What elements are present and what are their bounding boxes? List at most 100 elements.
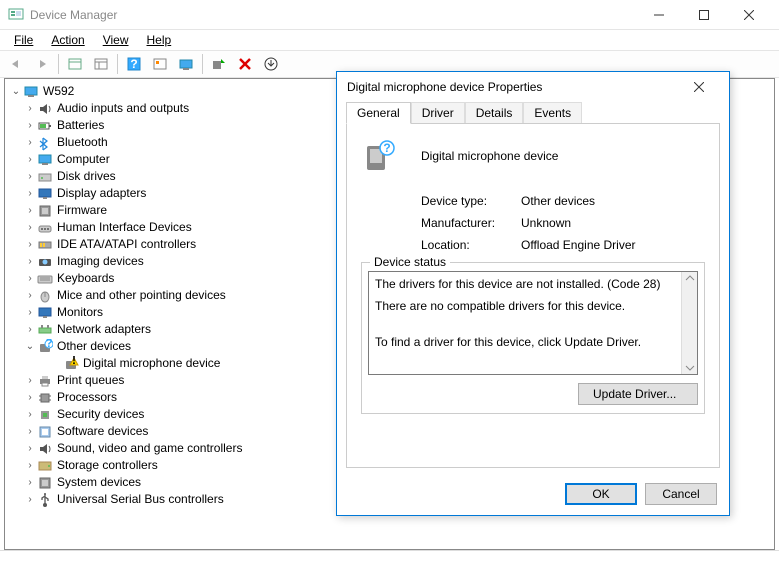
expand-icon[interactable]: › bbox=[23, 185, 37, 202]
mouse-icon bbox=[37, 288, 53, 304]
print-icon bbox=[37, 373, 53, 389]
minimize-button[interactable] bbox=[636, 0, 681, 30]
close-button[interactable] bbox=[726, 0, 771, 30]
tree-node-label: Firmware bbox=[57, 202, 107, 219]
display-icon bbox=[37, 186, 53, 202]
update-driver-button[interactable]: Update Driver... bbox=[578, 383, 698, 405]
expand-icon[interactable]: › bbox=[23, 100, 37, 117]
forward-button[interactable] bbox=[30, 53, 54, 75]
firmware-icon bbox=[37, 203, 53, 219]
expand-icon[interactable]: › bbox=[23, 151, 37, 168]
toolbar-button-4[interactable] bbox=[174, 53, 198, 75]
tree-node-label: Print queues bbox=[57, 372, 124, 389]
help-button[interactable]: ? bbox=[122, 53, 146, 75]
tab-events[interactable]: Events bbox=[523, 102, 582, 123]
tab-details[interactable]: Details bbox=[465, 102, 524, 123]
properties-dialog: Digital microphone device Properties Gen… bbox=[336, 71, 730, 516]
expand-icon[interactable]: › bbox=[23, 287, 37, 304]
expand-icon[interactable]: ⌄ bbox=[9, 83, 23, 100]
expand-icon[interactable]: › bbox=[23, 372, 37, 389]
device-status-textbox[interactable]: The drivers for this device are not inst… bbox=[368, 271, 698, 375]
menu-help[interactable]: Help bbox=[139, 31, 180, 49]
tab-driver[interactable]: Driver bbox=[411, 102, 465, 123]
ok-button[interactable]: OK bbox=[565, 483, 637, 505]
toolbar-button-2[interactable] bbox=[89, 53, 113, 75]
keyboard-icon bbox=[37, 271, 53, 287]
device-name-label: Digital microphone device bbox=[421, 149, 558, 163]
svg-text:?: ? bbox=[130, 57, 137, 71]
expand-icon[interactable]: › bbox=[23, 457, 37, 474]
tree-node-label: Computer bbox=[57, 151, 110, 168]
tree-node-label: Storage controllers bbox=[57, 457, 158, 474]
tree-node-label: Universal Serial Bus controllers bbox=[57, 491, 224, 508]
back-button[interactable] bbox=[4, 53, 28, 75]
cpu-icon bbox=[37, 390, 53, 406]
expand-icon[interactable]: › bbox=[23, 321, 37, 338]
device-status-legend: Device status bbox=[370, 255, 450, 269]
tree-child-label: Digital microphone device bbox=[83, 355, 220, 372]
usb-icon bbox=[37, 492, 53, 508]
security-icon bbox=[37, 407, 53, 423]
audio-icon bbox=[37, 101, 53, 117]
device-type-value: Other devices bbox=[521, 194, 595, 208]
expand-icon[interactable]: › bbox=[23, 202, 37, 219]
disk-icon bbox=[37, 169, 53, 185]
monitor-icon bbox=[37, 305, 53, 321]
ide-icon bbox=[37, 237, 53, 253]
expand-icon[interactable]: › bbox=[23, 219, 37, 236]
tree-node-label: Security devices bbox=[57, 406, 144, 423]
scan-hardware-button[interactable] bbox=[207, 53, 231, 75]
dialog-tab-body: ? Digital microphone device Device type:… bbox=[346, 124, 720, 468]
tab-general[interactable]: General bbox=[346, 102, 411, 124]
tree-root-label: W592 bbox=[43, 83, 74, 100]
app-icon bbox=[8, 7, 24, 23]
expand-icon[interactable]: › bbox=[23, 117, 37, 134]
device-icon: ? bbox=[361, 138, 397, 174]
expand-icon[interactable]: › bbox=[23, 270, 37, 287]
expand-icon[interactable]: › bbox=[23, 423, 37, 440]
computer-icon bbox=[37, 152, 53, 168]
menu-action[interactable]: Action bbox=[43, 31, 92, 49]
menu-view[interactable]: View bbox=[95, 31, 137, 49]
toolbar-button-1[interactable] bbox=[63, 53, 87, 75]
status-scrollbar[interactable] bbox=[681, 272, 697, 374]
cancel-button[interactable]: Cancel bbox=[645, 483, 717, 505]
expand-icon[interactable]: › bbox=[23, 304, 37, 321]
uninstall-button[interactable] bbox=[233, 53, 257, 75]
expand-icon[interactable]: › bbox=[23, 474, 37, 491]
tree-node-label: Batteries bbox=[57, 117, 104, 134]
toolbar-button-3[interactable] bbox=[148, 53, 172, 75]
dialog-titlebar[interactable]: Digital microphone device Properties bbox=[337, 72, 729, 102]
expand-icon[interactable]: › bbox=[23, 491, 37, 508]
tree-node-label: Display adapters bbox=[57, 185, 146, 202]
bluetooth-icon bbox=[37, 135, 53, 151]
menu-file[interactable]: File bbox=[6, 31, 41, 49]
dialog-close-button[interactable] bbox=[679, 72, 719, 102]
expand-icon[interactable]: › bbox=[23, 236, 37, 253]
menubar: File Action View Help bbox=[0, 30, 779, 50]
warning-icon: ! bbox=[63, 356, 79, 372]
status-line-2: There are no compatible drivers for this… bbox=[375, 298, 691, 314]
expand-icon[interactable]: ⌄ bbox=[23, 338, 37, 355]
expand-icon[interactable]: › bbox=[23, 134, 37, 151]
expand-icon[interactable]: › bbox=[23, 168, 37, 185]
tree-node-label: Network adapters bbox=[57, 321, 151, 338]
svg-text:?: ? bbox=[383, 141, 390, 155]
tree-node-label: Sound, video and game controllers bbox=[57, 440, 242, 457]
maximize-button[interactable] bbox=[681, 0, 726, 30]
tree-node-label: Disk drives bbox=[57, 168, 116, 185]
hid-icon bbox=[37, 220, 53, 236]
expand-icon[interactable]: › bbox=[23, 406, 37, 423]
status-line-1: The drivers for this device are not inst… bbox=[375, 276, 691, 292]
update-button[interactable] bbox=[259, 53, 283, 75]
expand-icon[interactable]: › bbox=[23, 440, 37, 457]
window-title: Device Manager bbox=[30, 8, 636, 22]
tree-node-label: Bluetooth bbox=[57, 134, 108, 151]
expand-icon[interactable]: › bbox=[23, 253, 37, 270]
location-value: Offload Engine Driver bbox=[521, 238, 636, 252]
tree-node-label: Software devices bbox=[57, 423, 148, 440]
tree-node-label: Processors bbox=[57, 389, 117, 406]
dialog-title: Digital microphone device Properties bbox=[347, 80, 679, 94]
device-type-label: Device type: bbox=[421, 194, 521, 208]
expand-icon[interactable]: › bbox=[23, 389, 37, 406]
